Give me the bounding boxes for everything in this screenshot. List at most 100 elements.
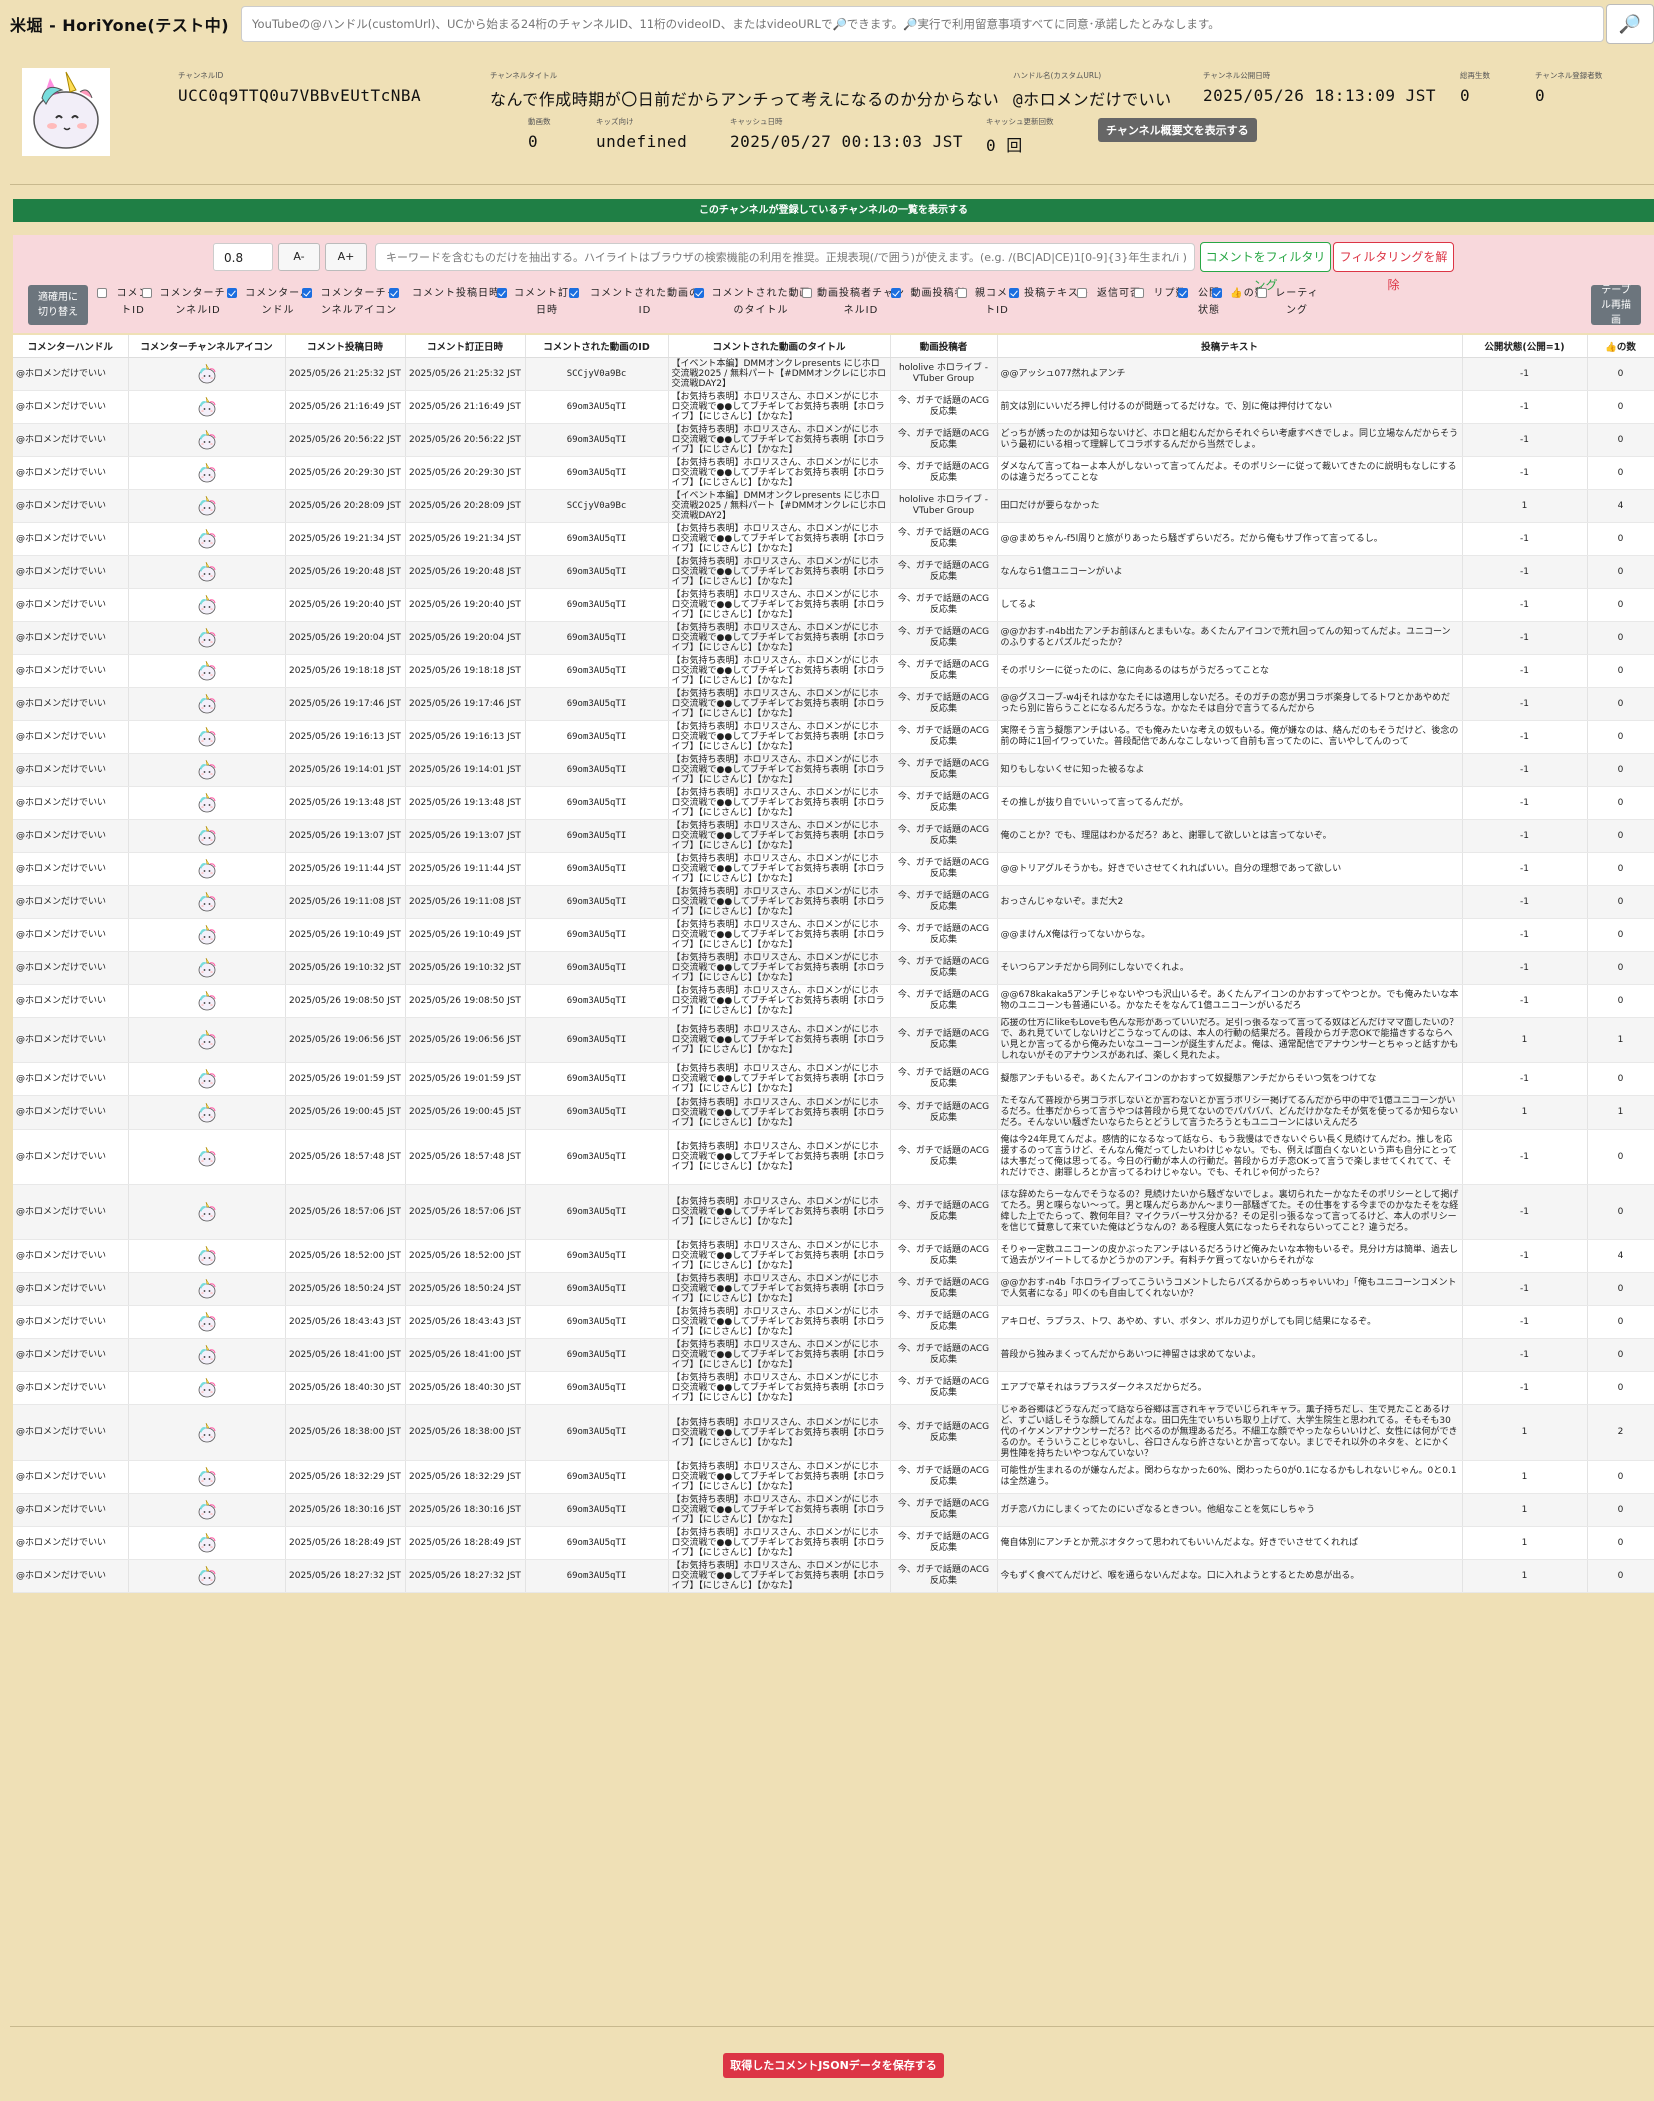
table-row: @ホロメンだけでいい 2025/05/26 18:32:29 JST 2025/05…	[13, 1460, 1654, 1494]
video-id: 69om3AU5qTI	[525, 1404, 669, 1461]
table-row: @ホロメンだけでいい 2025/05/26 19:13:07 JST 2025/05…	[13, 819, 1654, 853]
unicorn-avatar-icon	[196, 1466, 218, 1488]
unicorn-avatar-icon	[196, 1422, 218, 1444]
comment-edit-date: 2025/05/26 20:29:30 JST	[405, 456, 526, 490]
column-header[interactable]: コメンターハンドル	[13, 335, 129, 358]
checkbox-checked-icon[interactable]	[891, 288, 901, 298]
checkbox-checked-icon[interactable]	[497, 288, 507, 298]
table-row: @ホロメンだけでいい 2025/05/26 19:00:45 JST 2025/05…	[13, 1095, 1654, 1130]
video-id: 69om3AU5qTI	[525, 1305, 669, 1339]
video-uploader: 今、ガチで話題のACG反応集	[890, 753, 998, 787]
column-header[interactable]: コメントされた動画のID	[525, 335, 669, 358]
checkbox-checked-icon[interactable]	[1178, 288, 1188, 298]
comment-text: 俺は今24年見てんだよ。感情的になるなって話なら、もう我慢はできないぐらい長く見…	[997, 1129, 1463, 1185]
table-row: @ホロメンだけでいい 2025/05/26 19:11:44 JST 2025/05…	[13, 852, 1654, 886]
table-row: @ホロメンだけでいい 2025/05/26 19:08:50 JST 2025/05…	[13, 984, 1654, 1018]
checkbox-checked-icon[interactable]	[389, 288, 399, 298]
show-summary-button[interactable]: チャンネル概要文を表示する	[1098, 118, 1257, 142]
public-status: 1	[1462, 1526, 1588, 1560]
font-decrease-button[interactable]: A-	[278, 243, 320, 271]
column-toggle[interactable]: コメンターチャンネルアイコン	[302, 285, 401, 319]
comment-edit-date: 2025/05/26 19:20:40 JST	[405, 588, 526, 622]
checkbox-checked-icon[interactable]	[569, 288, 579, 298]
public-status: 1	[1462, 1095, 1588, 1130]
checkbox-checked-icon[interactable]	[302, 288, 312, 298]
column-header[interactable]: コメント訂正日時	[405, 335, 526, 358]
comment-date: 2025/05/26 19:20:40 JST	[285, 588, 406, 622]
unicorn-avatar-icon	[196, 858, 218, 880]
column-header[interactable]: コメントされた動画のタイトル	[668, 335, 891, 358]
commenter-icon	[128, 951, 286, 985]
column-toggle[interactable]: 動画投稿者チャンネルID	[802, 285, 905, 319]
unicorn-avatar-icon	[196, 1278, 218, 1300]
comment-date: 2025/05/26 19:08:50 JST	[285, 984, 406, 1018]
column-toggle[interactable]: コメンターハンドル	[227, 285, 314, 319]
unicorn-avatar-icon	[196, 429, 218, 451]
column-header[interactable]: 公開状態(公開=1)	[1462, 335, 1588, 358]
comment-text: 普段から独みまくってんだからあいつに神留さは求めてないよ。	[997, 1338, 1463, 1372]
clear-filter-button[interactable]: フィルタリングを解除	[1333, 242, 1454, 292]
comment-date: 2025/05/26 18:40:30 JST	[285, 1371, 406, 1405]
show-subscriptions-button[interactable]: このチャンネルが登録しているチャンネルの一覧を表示する	[13, 199, 1654, 222]
column-header[interactable]: コメント投稿日時	[285, 335, 406, 358]
column-header[interactable]: 👍の数	[1587, 335, 1654, 358]
video-title: 【お気持ち表明】ホロリスさん、ホロメンがにじホロ交流戦で●●してブチギレてお気持…	[668, 390, 891, 424]
kids-value: undefined	[596, 132, 688, 151]
column-toggle[interactable]: コメント投稿日時	[389, 285, 508, 302]
column-toggle[interactable]: コメントされた動画のタイトル	[694, 285, 813, 319]
column-toggle[interactable]: レーティング	[1257, 285, 1322, 319]
column-toggle[interactable]: コメンターチャンネルID	[142, 285, 239, 319]
column-header[interactable]: 投稿テキスト	[997, 335, 1463, 358]
like-count: 0	[1587, 1493, 1654, 1527]
table-row: @ホロメンだけでいい 2025/05/26 19:10:49 JST 2025/05…	[13, 918, 1654, 952]
video-title: 【お気持ち表明】ホロリスさん、ホロメンがにじホロ交流戦で●●してブチギレてお気持…	[668, 819, 891, 853]
commenter-handle: @ホロメンだけでいい	[13, 1559, 129, 1593]
public-status: -1	[1462, 1062, 1588, 1096]
video-title: 【イベント本編】DMMオンクレpresents にじホロ交流戦2025 / 無料…	[668, 357, 891, 391]
video-title: 【お気持ち表明】ホロリスさん、ホロメンがにじホロ交流戦で●●してブチギレてお気持…	[668, 654, 891, 688]
comment-edit-date: 2025/05/26 19:13:48 JST	[405, 786, 526, 820]
commenter-icon	[128, 1460, 286, 1494]
redraw-table-button[interactable]: テーブル再描画	[1591, 285, 1641, 326]
unicorn-avatar-icon	[196, 1377, 218, 1399]
checkbox-unchecked-icon[interactable]	[1077, 288, 1087, 298]
checkbox-unchecked-icon[interactable]	[802, 288, 812, 298]
checkbox-checked-icon[interactable]	[1212, 288, 1222, 298]
videos-count: 0	[528, 132, 539, 151]
font-increase-button[interactable]: A+	[325, 243, 367, 271]
checkbox-checked-icon[interactable]	[1009, 288, 1019, 298]
comment-date: 2025/05/26 18:32:29 JST	[285, 1460, 406, 1494]
search-input[interactable]	[241, 6, 1604, 42]
checkbox-unchecked-icon[interactable]	[142, 288, 152, 298]
video-id: 69om3AU5qTI	[525, 588, 669, 622]
public-status: -1	[1462, 588, 1588, 622]
checkbox-unchecked-icon[interactable]	[1134, 288, 1144, 298]
column-toggle[interactable]: コメントされた動画のID	[569, 285, 706, 319]
checkbox-unchecked-icon[interactable]	[957, 288, 967, 298]
checkbox-unchecked-icon[interactable]	[1257, 288, 1267, 298]
column-header[interactable]: コメンターチャンネルアイコン	[128, 335, 286, 358]
public-status: -1	[1462, 555, 1588, 589]
toggle-view-button[interactable]: 適確用に切り替え	[28, 285, 88, 325]
comment-text: なんなら1億ユニコーンがいよ	[997, 555, 1463, 589]
save-json-button[interactable]: 取得したコメントJSONデータを保存する	[723, 2053, 944, 2078]
commenter-icon	[128, 1526, 286, 1560]
video-title: 【お気持ち表明】ホロリスさん、ホロメンがにじホロ交流戦で●●してブチギレてお気持…	[668, 852, 891, 886]
videos-field: 動画数 0	[528, 117, 551, 151]
commenter-icon	[128, 1017, 286, 1063]
keyword-filter-input[interactable]: キーワードを含むものだけを抽出する。ハイライトはブラウザの検索機能の利用を推奨。…	[375, 243, 1195, 271]
like-count: 0	[1587, 852, 1654, 886]
comment-text: そいつらアンチだから同列にしないでくれよ。	[997, 951, 1463, 985]
font-size-input[interactable]: 0.8	[213, 243, 273, 271]
public-status: -1	[1462, 819, 1588, 853]
search-button[interactable]: 🔎	[1606, 4, 1654, 44]
column-header[interactable]: 動画投稿者	[890, 335, 998, 358]
comment-date: 2025/05/26 18:30:16 JST	[285, 1493, 406, 1527]
unicorn-avatar-icon	[196, 792, 218, 814]
checkbox-checked-icon[interactable]	[694, 288, 704, 298]
checkbox-checked-icon[interactable]	[227, 288, 237, 298]
filter-comments-button[interactable]: コメントをフィルタリング	[1200, 242, 1331, 292]
comment-date: 2025/05/26 19:21:34 JST	[285, 522, 406, 556]
video-id: 69om3AU5qTI	[525, 1493, 669, 1527]
checkbox-unchecked-icon[interactable]	[97, 288, 107, 298]
